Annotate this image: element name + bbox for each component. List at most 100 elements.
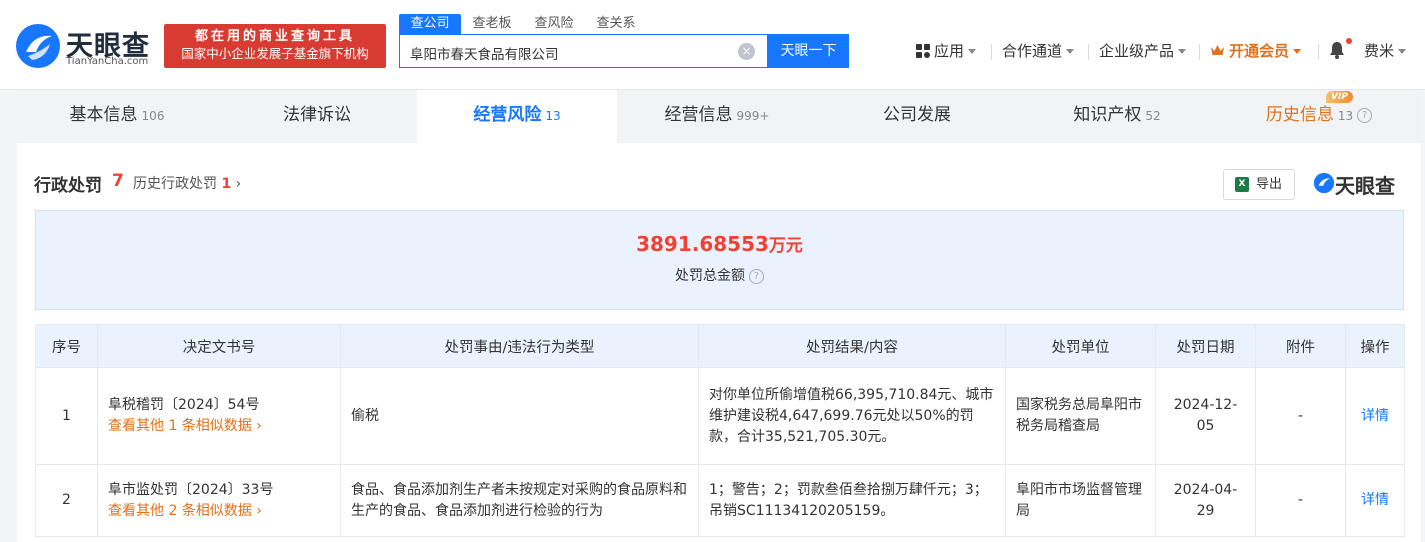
similar-data-link[interactable]: 查看其他 2 条相似数据 › bbox=[108, 501, 330, 522]
cell-doc: 阜市监处罚〔2024〕33号 查看其他 2 条相似数据 › bbox=[97, 464, 341, 537]
penalty-table: 序号 决定文书号 处罚事由/违法行为类型 处罚结果/内容 处罚单位 处罚日期 附… bbox=[35, 324, 1405, 537]
table-header-row: 序号 决定文书号 处罚事由/违法行为类型 处罚结果/内容 处罚单位 处罚日期 附… bbox=[35, 324, 1405, 368]
cell-date: 2024-04-29 bbox=[1155, 464, 1256, 537]
tab-basic-info[interactable]: 基本信息 106 bbox=[17, 90, 217, 143]
cell-reason: 偷税 bbox=[340, 367, 699, 465]
detail-link[interactable]: 详情 bbox=[1361, 492, 1389, 508]
column-header: 决定文书号 bbox=[97, 324, 341, 368]
cell-unit: 国家税务总局阜阳市税务局稽查局 bbox=[1005, 367, 1156, 465]
tab-label: 知识产权 bbox=[1073, 105, 1142, 125]
penalty-total-amount: 3891.68553 bbox=[636, 232, 769, 256]
detail-link[interactable]: 详情 bbox=[1361, 408, 1389, 424]
column-header: 附件 bbox=[1255, 324, 1346, 368]
search-tab-boss[interactable]: 查老板 bbox=[461, 14, 523, 34]
logo-mark-icon bbox=[16, 24, 60, 68]
nav-enterprise[interactable]: 企业级产品 bbox=[1099, 40, 1187, 62]
similar-data-link[interactable]: 查看其他 1 条相似数据 › bbox=[108, 416, 330, 437]
cell-action: 详情 bbox=[1345, 367, 1405, 465]
tab-label: 经营信息 bbox=[664, 105, 733, 125]
penalty-total-label-text: 处罚总金额 bbox=[675, 268, 745, 284]
tab-operating-risk[interactable]: 经营风险 13 bbox=[417, 90, 617, 143]
column-header: 处罚结果/内容 bbox=[698, 324, 1006, 368]
top-header: 天眼查 TianYanCha.com 都在用的商业查询工具 国家中小企业发展子基… bbox=[0, 0, 1425, 90]
tab-label: 公司发展 bbox=[883, 105, 951, 125]
nav-enterprise-label: 企业级产品 bbox=[1099, 42, 1175, 60]
column-header: 序号 bbox=[35, 324, 98, 368]
nav-partner-label: 合作通道 bbox=[1002, 42, 1063, 60]
chevron-down-icon bbox=[968, 49, 977, 54]
search-tab-relation[interactable]: 查关系 bbox=[585, 14, 647, 34]
nav-partner[interactable]: 合作通道 bbox=[1002, 40, 1075, 62]
chevron-down-icon bbox=[1398, 49, 1407, 54]
cell-no: 1 bbox=[35, 367, 98, 465]
search-tab-risk[interactable]: 查风险 bbox=[523, 14, 585, 34]
help-icon[interactable]: ? bbox=[1357, 107, 1373, 123]
export-label: 导出 bbox=[1256, 177, 1283, 192]
tab-label: 历史信息 bbox=[1265, 105, 1334, 125]
nav-apps[interactable]: 应用 bbox=[916, 40, 977, 62]
doc-number: 阜税稽罚〔2024〕54号 bbox=[108, 397, 260, 413]
apps-grid-icon bbox=[916, 44, 930, 58]
cell-doc: 阜税稽罚〔2024〕54号 查看其他 1 条相似数据 › bbox=[97, 367, 341, 465]
tab-history-info[interactable]: 历史信息 13? bbox=[1217, 90, 1421, 143]
tab-company-development[interactable]: 公司发展 bbox=[817, 90, 1017, 143]
chevron-right-icon: › bbox=[256, 502, 262, 519]
similar-data-label: 查看其他 1 条相似数据 bbox=[108, 418, 252, 434]
slogan-banner: 都在用的商业查询工具 国家中小企业发展子基金旗下机构 bbox=[164, 24, 386, 68]
cell-reason: 食品、食品添加剂生产者未按规定对采购的食品原料和生产的食品、食品添加剂进行检验的… bbox=[340, 464, 699, 537]
notification-bell[interactable] bbox=[1329, 41, 1345, 63]
search-button[interactable]: 天眼一下 bbox=[768, 34, 849, 68]
penalty-total-label: 处罚总金额? bbox=[36, 265, 1403, 285]
nav-open-vip[interactable]: 开通会员 bbox=[1210, 40, 1302, 62]
history-penalty-link[interactable]: 历史行政处罚 1 › bbox=[133, 173, 241, 193]
history-penalty-label: 历史行政处罚 bbox=[133, 176, 217, 192]
cell-action: 详情 bbox=[1345, 464, 1405, 537]
cell-no: 2 bbox=[35, 464, 98, 537]
tab-operating-info[interactable]: 经营信息 999+ bbox=[617, 90, 817, 143]
similar-data-label: 查看其他 2 条相似数据 bbox=[108, 502, 252, 519]
cell-attachment: - bbox=[1255, 367, 1346, 465]
chevron-right-icon: › bbox=[256, 418, 262, 434]
company-tab-bar: 基本信息 106 法律诉讼 经营风险 13 经营信息 999+ 公司发展 知识产权 52… bbox=[17, 90, 1421, 143]
tab-label: 法律诉讼 bbox=[283, 105, 351, 125]
chevron-right-icon: › bbox=[235, 176, 242, 192]
tab-intellectual-property[interactable]: 知识产权 52 bbox=[1017, 90, 1217, 143]
section-count: 7 bbox=[112, 171, 124, 191]
bell-icon bbox=[1330, 42, 1344, 59]
doc-number: 阜市监处罚〔2024〕33号 bbox=[108, 481, 274, 498]
chevron-down-icon bbox=[1293, 49, 1302, 54]
search-tab-company[interactable]: 查公司 bbox=[399, 14, 461, 34]
tab-label: 基本信息 bbox=[69, 105, 138, 125]
logo-mark-icon bbox=[1313, 172, 1335, 194]
excel-icon: X bbox=[1235, 177, 1249, 192]
penalty-total-value: 3891.68553万元 bbox=[36, 231, 1403, 256]
admin-penalty-section: 行政处罚 7 历史行政处罚 1 › X 导出 天眼查 3891.68553万元 … bbox=[17, 143, 1421, 542]
tab-litigation[interactable]: 法律诉讼 bbox=[217, 90, 417, 143]
cell-result: 对你单位所偷增值税66,395,710.84元、城市维护建设税4,647,699… bbox=[698, 367, 1006, 465]
tianyancha-logo[interactable]: 天眼查 TianYanCha.com bbox=[14, 22, 159, 70]
tab-count: 52 bbox=[1145, 109, 1161, 123]
nav-user[interactable]: 费米 bbox=[1364, 40, 1407, 62]
column-header: 处罚单位 bbox=[1005, 324, 1156, 368]
cell-date: 2024-12-05 bbox=[1155, 367, 1256, 465]
table-row: 2 阜市监处罚〔2024〕33号 查看其他 2 条相似数据 › 食品、食品添加剂… bbox=[35, 464, 1405, 537]
slogan-line-1: 都在用的商业查询工具 bbox=[194, 29, 355, 44]
slogan-line-2: 国家中小企业发展子基金旗下机构 bbox=[181, 46, 369, 61]
table-row: 1 阜税稽罚〔2024〕54号 查看其他 1 条相似数据 › 偷税 对你单位所偷… bbox=[35, 367, 1405, 465]
tab-count: 999+ bbox=[736, 109, 770, 123]
penalty-total-summary: 3891.68553万元 处罚总金额? bbox=[35, 210, 1404, 310]
penalty-total-unit: 万元 bbox=[768, 236, 803, 256]
vip-badge: VIP bbox=[1326, 91, 1353, 103]
nav-divider bbox=[991, 44, 992, 60]
column-header: 处罚事由/违法行为类型 bbox=[340, 324, 699, 368]
clear-icon[interactable]: × bbox=[738, 43, 755, 60]
watermark-text: 天眼查 bbox=[1335, 174, 1395, 198]
search-input[interactable]: 阜阳市春天食品有限公司 × bbox=[399, 34, 768, 68]
column-header: 操作 bbox=[1345, 324, 1405, 368]
section-title: 行政处罚 bbox=[34, 176, 102, 196]
nav-apps-label: 应用 bbox=[934, 42, 965, 60]
cell-unit: 阜阳市市场监督管理局 bbox=[1005, 464, 1156, 537]
export-button[interactable]: X 导出 bbox=[1223, 169, 1295, 200]
help-icon[interactable]: ? bbox=[749, 268, 764, 284]
search-input-value: 阜阳市春天食品有限公司 bbox=[410, 47, 559, 63]
